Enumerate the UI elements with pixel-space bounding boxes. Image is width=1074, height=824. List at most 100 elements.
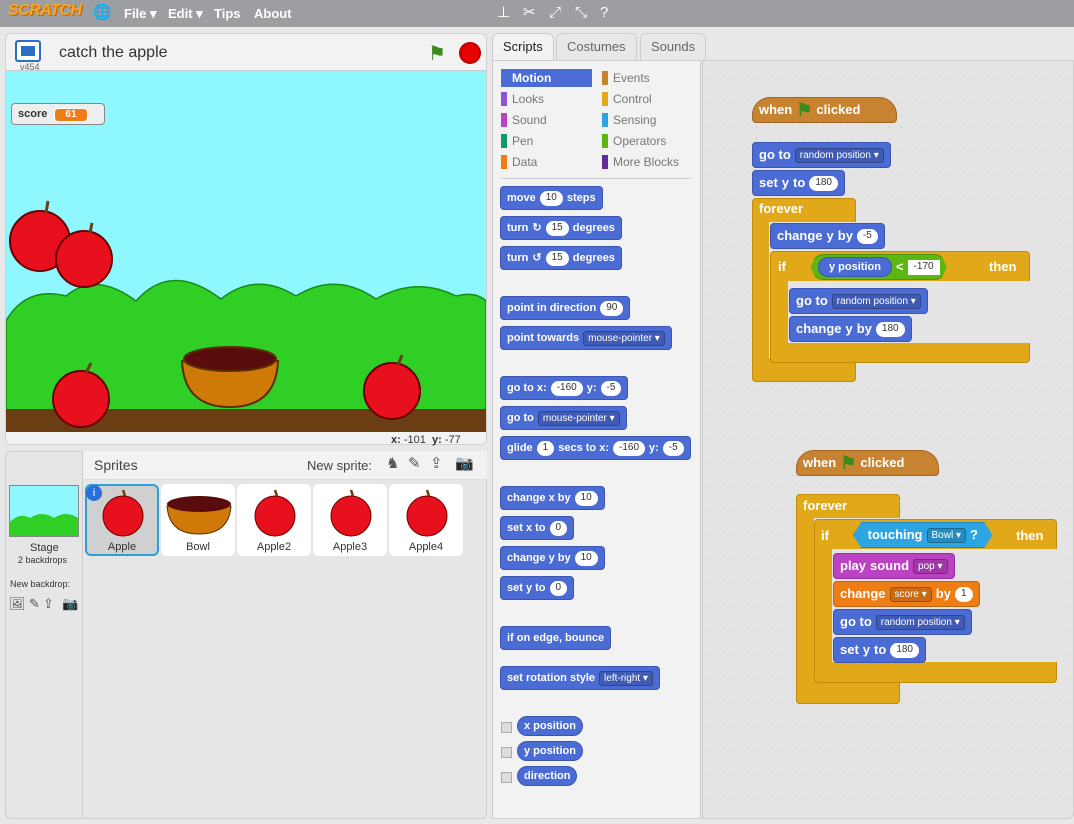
- category-data[interactable]: Data: [501, 153, 537, 171]
- block-bounce[interactable]: if on edge, bounce: [500, 626, 612, 650]
- camera-backdrop-icon[interactable]: 📷: [62, 596, 78, 612]
- scratch-logo[interactable]: SCRATCH: [8, 2, 82, 20]
- sprite-card-apple[interactable]: i Apple: [85, 484, 159, 556]
- stop-icon[interactable]: [459, 42, 481, 64]
- tab-scripts[interactable]: Scripts: [492, 33, 554, 60]
- palette-divider: [501, 178, 691, 179]
- forever-label-2: forever: [803, 498, 848, 513]
- block-rotation-style[interactable]: set rotation style left-right: [500, 666, 660, 690]
- sprite-name: Apple2: [256, 541, 292, 553]
- score-value: 61: [54, 108, 88, 122]
- upload-backdrop-icon[interactable]: ⇪: [43, 596, 54, 612]
- block-play-sound[interactable]: play sound pop: [833, 553, 955, 579]
- sprite-card-apple2[interactable]: Apple2: [237, 484, 311, 556]
- block-set-y-180[interactable]: set y to 180: [752, 170, 845, 196]
- paint-backdrop-icon[interactable]: ✎: [29, 596, 40, 612]
- hat-when-flag-clicked[interactable]: when ⚑ clicked: [752, 97, 897, 123]
- category-control[interactable]: Control: [602, 90, 652, 108]
- block-glide[interactable]: glide 1 secs to x: -160 y: -5: [500, 436, 691, 460]
- block-change-y[interactable]: change y by 10: [500, 546, 605, 570]
- menu-edit[interactable]: Edit ▾: [168, 6, 203, 22]
- block-point-direction[interactable]: point in direction 90: [500, 296, 631, 320]
- tab-costumes[interactable]: Costumes: [556, 33, 637, 60]
- info-icon[interactable]: i: [86, 485, 102, 501]
- camera-sprite-icon[interactable]: 📷: [455, 454, 474, 472]
- duplicate-stamp-icon[interactable]: ⊥: [497, 4, 510, 22]
- sprites-title: Sprites: [94, 457, 138, 473]
- block-point-towards[interactable]: point towards mouse-pointer: [500, 326, 672, 350]
- tab-sounds[interactable]: Sounds: [640, 33, 707, 60]
- block-palette: Motion Looks Sound Pen Data Events Contr…: [492, 60, 701, 819]
- menu-tips[interactable]: Tips: [214, 6, 241, 21]
- menu-file[interactable]: File ▾: [124, 6, 157, 22]
- reporter-x-position[interactable]: x position: [517, 716, 583, 736]
- category-sensing[interactable]: Sensing: [602, 111, 656, 129]
- language-globe-icon[interactable]: 🌐: [93, 4, 112, 22]
- top-menu-bar: SCRATCH 🌐 File ▾ Edit ▾ Tips About ⊥ ✂ ⤢…: [0, 0, 1074, 27]
- block-move-steps[interactable]: move 10 steps: [500, 186, 603, 210]
- sprite-card-apple4[interactable]: Apple4: [389, 484, 463, 556]
- choose-sprite-library-icon[interactable]: ♞: [386, 454, 399, 472]
- scripts-area[interactable]: when⚑clicked go torandom position setyto…: [702, 60, 1074, 819]
- bowl-sprite: [180, 346, 280, 409]
- green-flag-icon: ⚑: [796, 100, 813, 120]
- mouse-coordinates: x: -101 y: -77: [391, 434, 461, 446]
- block-change-score[interactable]: changescoreby1: [833, 581, 980, 607]
- delete-cut-icon[interactable]: ✂: [523, 4, 536, 22]
- checkbox-direction[interactable]: [501, 772, 512, 783]
- block-goto[interactable]: go to mouse-pointer: [500, 406, 627, 430]
- sprites-header: Sprites New sprite: ♞ ✎ ⇪ 📷: [82, 451, 487, 480]
- sprite-name: Bowl: [186, 541, 210, 553]
- category-more-blocks[interactable]: More Blocks: [602, 153, 679, 171]
- category-operators[interactable]: Operators: [602, 132, 666, 150]
- reporter-y-position[interactable]: y position: [517, 741, 583, 761]
- menu-about[interactable]: About: [254, 6, 292, 21]
- block-turn-left[interactable]: turn ↺ 15 degrees: [500, 246, 622, 270]
- fullscreen-icon[interactable]: [15, 40, 41, 62]
- block-change-y-180[interactable]: change y by 180: [789, 316, 912, 342]
- help-icon[interactable]: ?: [600, 4, 608, 22]
- block-goto-random-2[interactable]: go to random position: [833, 609, 972, 635]
- reporter-direction[interactable]: direction: [517, 766, 578, 786]
- block-goto-random[interactable]: go to random position: [752, 142, 891, 168]
- block-change-x[interactable]: change x by 10: [500, 486, 605, 510]
- category-motion[interactable]: Motion: [501, 69, 592, 87]
- sprite-name: Apple3: [332, 541, 368, 553]
- block-set-y-180-2[interactable]: set y to 180: [833, 637, 926, 663]
- block-turn-right[interactable]: turn ↻ 15 degrees: [500, 216, 622, 240]
- block-set-y[interactable]: set y to 0: [500, 576, 575, 600]
- forever-loop-2-bottom: [796, 680, 900, 704]
- sprite-name: Apple4: [408, 541, 444, 553]
- category-sound[interactable]: Sound: [501, 111, 547, 129]
- category-looks[interactable]: Looks: [501, 90, 544, 108]
- hat-when-flag-clicked-2[interactable]: when ⚑ clicked: [796, 450, 939, 476]
- sprite-card-bowl[interactable]: Bowl: [161, 484, 235, 556]
- checkbox-x-position[interactable]: [501, 722, 512, 733]
- green-flag-icon[interactable]: ⚑: [428, 41, 446, 66]
- grow-icon[interactable]: ⤢: [549, 4, 561, 22]
- score-monitor[interactable]: score 61: [11, 103, 105, 125]
- sprite-name: Apple: [107, 541, 137, 553]
- operator-less-than[interactable]: y position < -170: [811, 254, 947, 280]
- block-set-x[interactable]: set x to 0: [500, 516, 575, 540]
- stage-backdrop-count: 2 backdrops: [18, 555, 68, 565]
- checkbox-y-position[interactable]: [501, 747, 512, 758]
- block-change-y-minus5[interactable]: change y by -5: [770, 223, 885, 249]
- category-pen[interactable]: Pen: [501, 132, 533, 150]
- shrink-icon[interactable]: ⤡: [575, 4, 587, 22]
- project-title[interactable]: catch the apple: [59, 44, 168, 62]
- upload-sprite-icon[interactable]: ⇪: [430, 454, 443, 472]
- then-label-2: then: [1016, 528, 1044, 543]
- if-label: if: [778, 259, 786, 274]
- new-sprite-label: New sprite:: [307, 458, 373, 473]
- block-goto-xy[interactable]: go to x: -160 y: -5: [500, 376, 629, 400]
- block-goto-random-inner[interactable]: go to random position: [789, 288, 928, 314]
- new-backdrop-label: New backdrop:: [10, 579, 71, 589]
- sprite-card-apple3[interactable]: Apple3: [313, 484, 387, 556]
- backdrop-library-icon[interactable]: 🖼: [9, 596, 26, 612]
- paint-sprite-icon[interactable]: ✎: [408, 454, 421, 472]
- if-label-2: if: [821, 528, 829, 543]
- sensing-touching[interactable]: touchingBowl?: [853, 522, 993, 548]
- category-events[interactable]: Events: [602, 69, 650, 87]
- stage-thumbnail[interactable]: [9, 485, 79, 537]
